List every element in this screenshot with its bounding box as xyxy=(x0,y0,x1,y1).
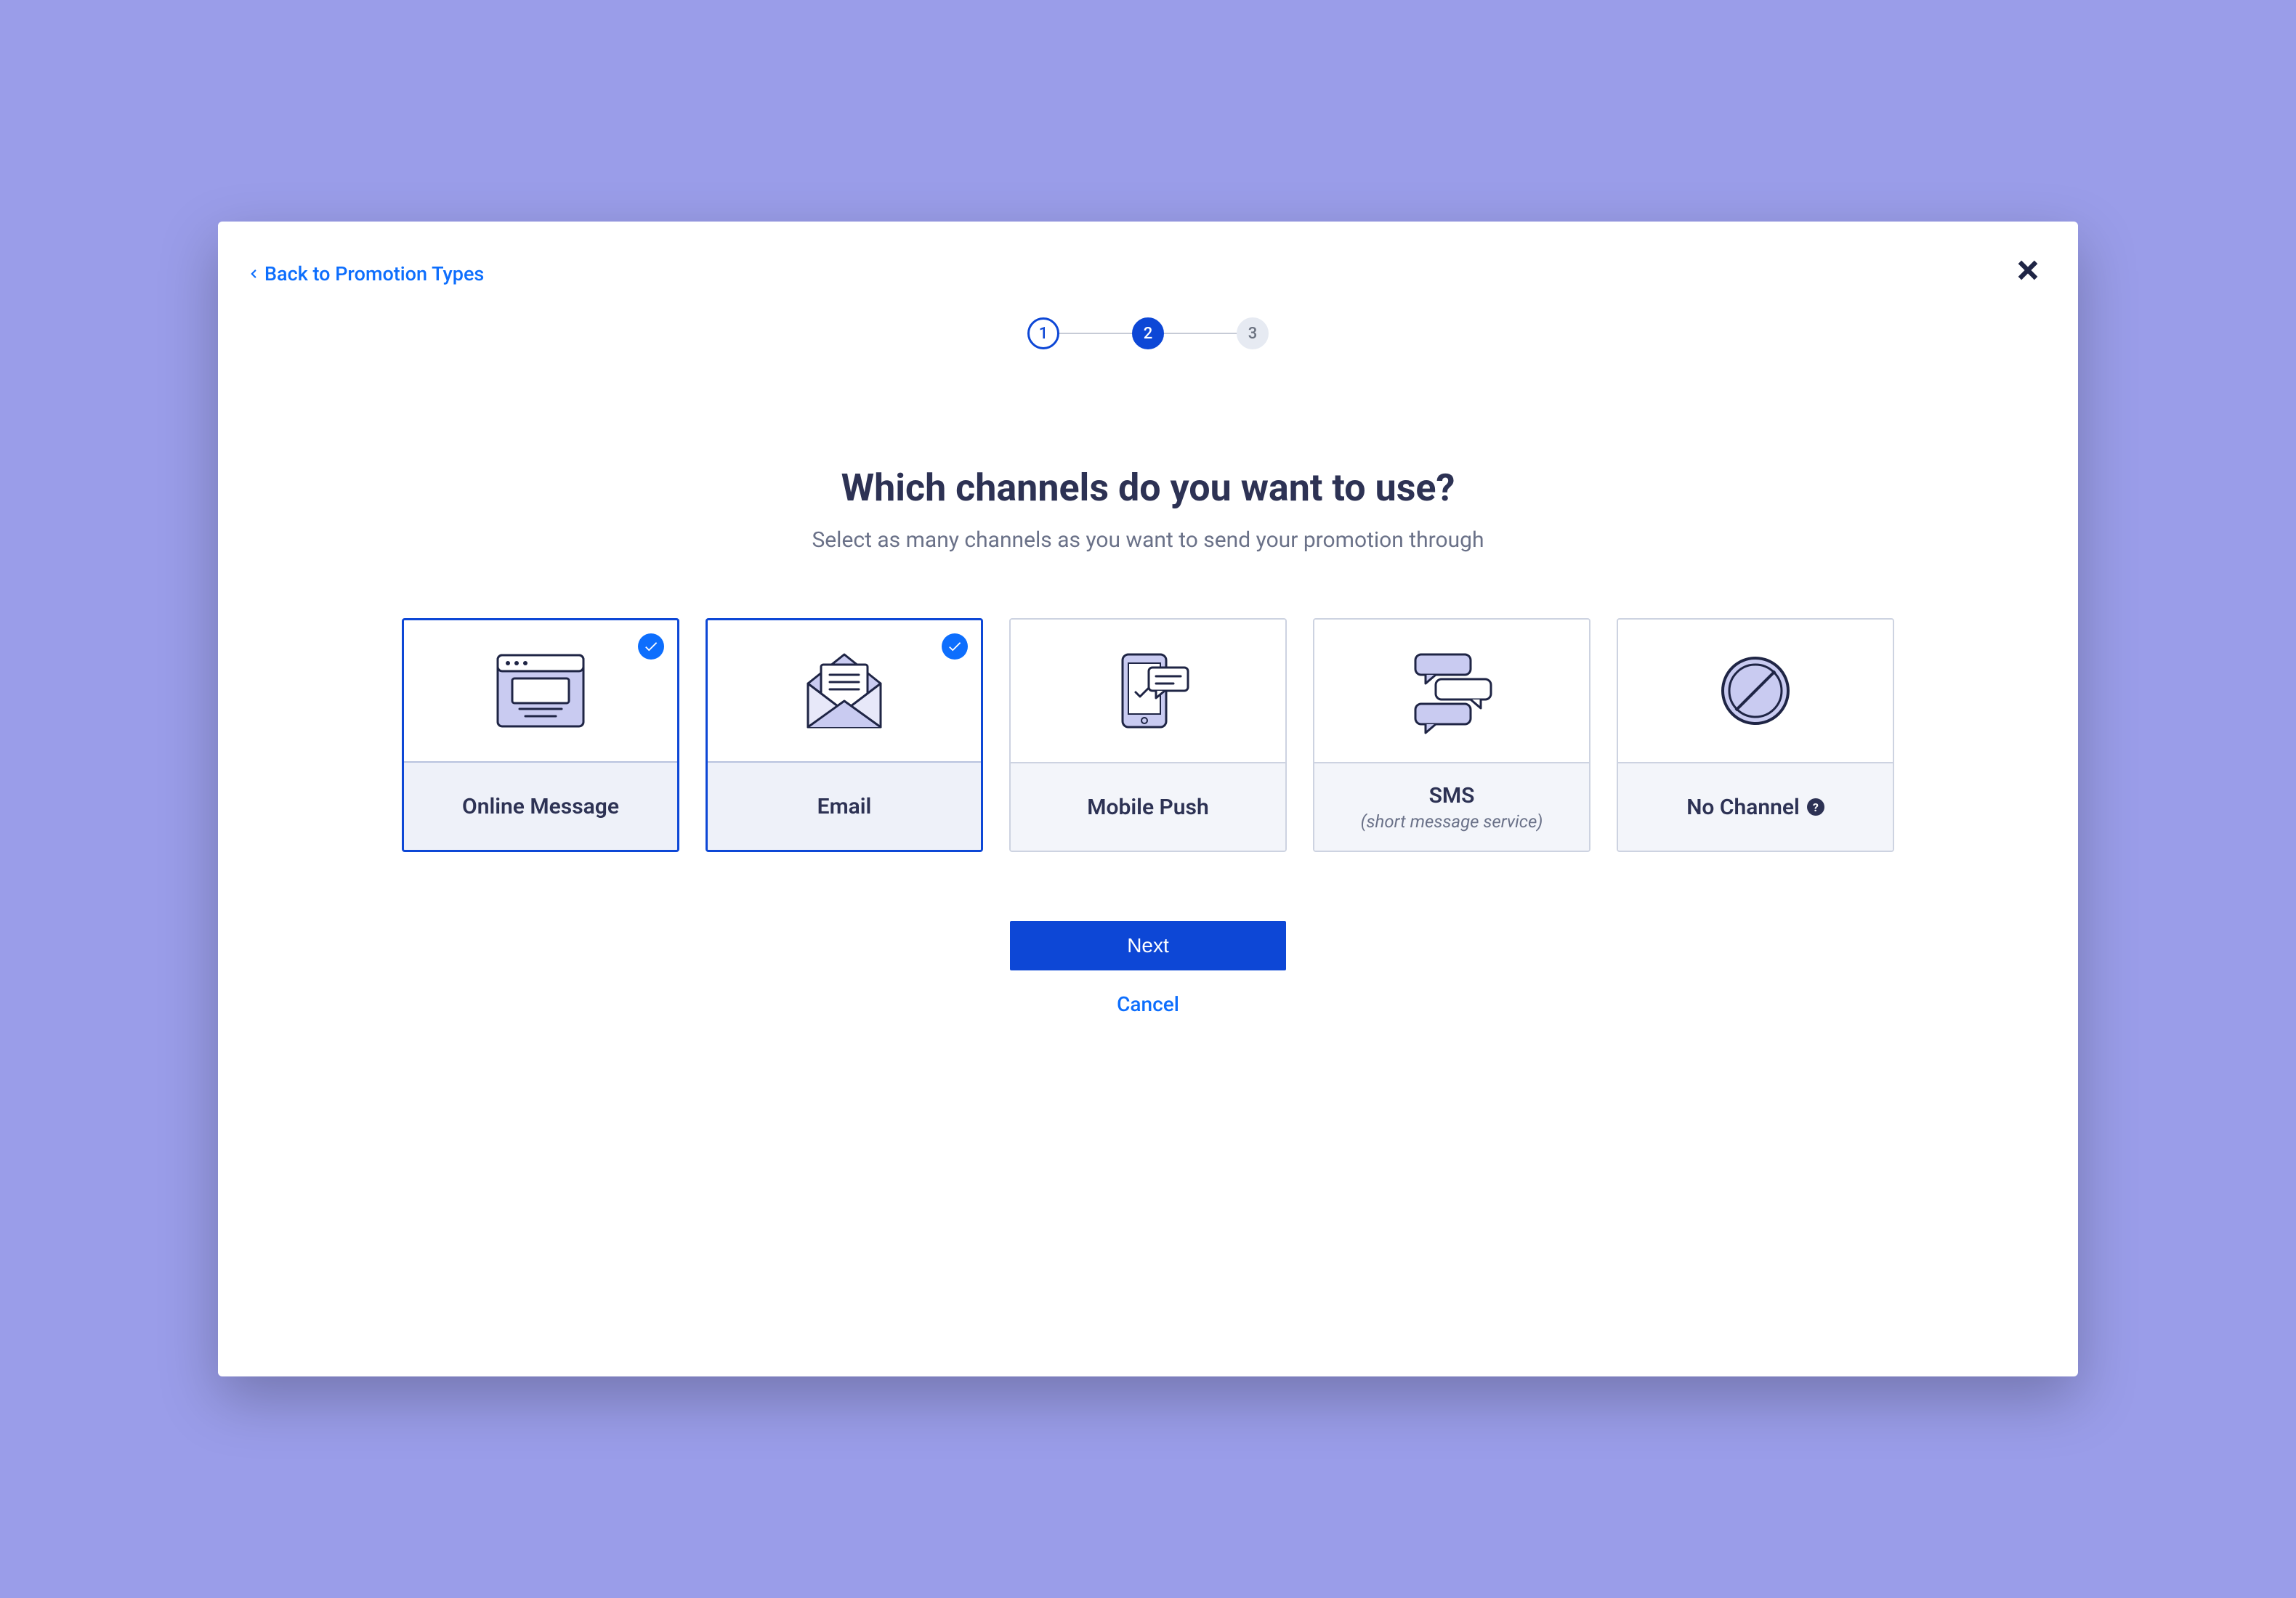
channel-card-no-channel[interactable]: No Channel ? xyxy=(1617,618,1894,852)
card-sublabel: (short message service) xyxy=(1361,811,1543,832)
step-line-2 xyxy=(1164,333,1237,334)
browser-window-icon xyxy=(493,651,588,731)
channel-card-online-message[interactable]: Online Message xyxy=(402,618,679,852)
card-icon-area xyxy=(404,620,677,761)
page-subtitle: Select as many channels as you want to s… xyxy=(262,527,2034,553)
card-icon-area xyxy=(708,620,981,761)
help-icon[interactable]: ? xyxy=(1807,798,1824,816)
chat-bubbles-icon xyxy=(1401,647,1503,734)
channel-card-email[interactable]: Email xyxy=(706,618,983,852)
step-1-label: 1 xyxy=(1039,325,1048,343)
no-entry-icon xyxy=(1715,651,1795,731)
actions: Next Cancel xyxy=(262,921,2034,1016)
selected-check-icon xyxy=(638,633,664,660)
channel-cards: Online Message Email xyxy=(262,618,2034,852)
back-link-label: Back to Promotion Types xyxy=(264,262,484,285)
close-button[interactable] xyxy=(2014,256,2042,287)
card-label: Mobile Push xyxy=(1087,795,1208,820)
promotion-channel-modal: Back to Promotion Types 1 2 3 Which chan… xyxy=(218,222,2078,1376)
mobile-push-icon xyxy=(1101,647,1195,734)
stepper: 1 2 3 xyxy=(262,317,2034,349)
back-link[interactable]: Back to Promotion Types xyxy=(247,262,484,285)
channel-card-mobile-push[interactable]: Mobile Push xyxy=(1009,618,1287,852)
heading: Which channels do you want to use? Selec… xyxy=(262,466,2034,553)
chevron-left-icon xyxy=(247,267,260,280)
step-3-label: 3 xyxy=(1248,325,1258,343)
step-line-1 xyxy=(1059,333,1132,334)
cancel-link[interactable]: Cancel xyxy=(1117,992,1179,1016)
channel-card-sms[interactable]: SMS (short message service) xyxy=(1313,618,1590,852)
card-label-area: Mobile Push xyxy=(1011,762,1285,851)
card-label-text: No Channel xyxy=(1686,795,1800,820)
step-1[interactable]: 1 xyxy=(1027,317,1059,349)
card-icon-area xyxy=(1314,620,1589,762)
next-button[interactable]: Next xyxy=(1010,921,1286,970)
step-2[interactable]: 2 xyxy=(1132,317,1164,349)
card-label: SMS xyxy=(1429,783,1475,808)
card-label: Email xyxy=(817,794,872,819)
card-label: No Channel ? xyxy=(1686,795,1824,820)
card-label-area: SMS (short message service) xyxy=(1314,762,1589,851)
step-2-label: 2 xyxy=(1144,325,1153,343)
step-3: 3 xyxy=(1237,317,1269,349)
card-label-area: Online Message xyxy=(404,761,677,850)
page-title: Which channels do you want to use? xyxy=(262,466,2034,510)
selected-check-icon xyxy=(942,633,968,660)
card-label-area: No Channel ? xyxy=(1618,762,1893,851)
card-icon-area xyxy=(1618,620,1893,762)
card-icon-area xyxy=(1011,620,1285,762)
close-icon xyxy=(2014,256,2042,284)
envelope-icon xyxy=(793,647,895,734)
card-label: Online Message xyxy=(462,794,619,819)
card-label-area: Email xyxy=(708,761,981,850)
